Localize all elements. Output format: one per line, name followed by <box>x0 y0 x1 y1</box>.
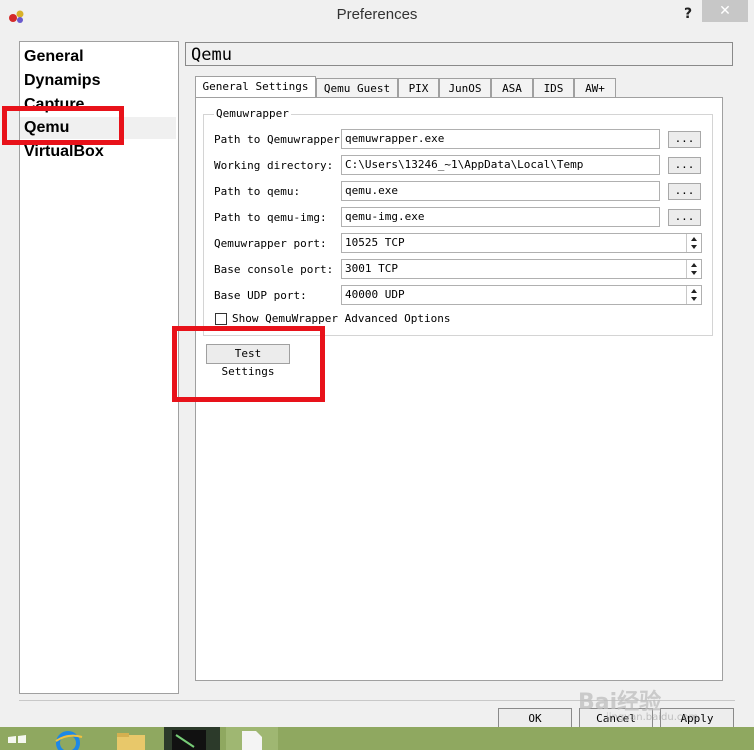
panel-title: Qemu <box>185 42 733 66</box>
internet-explorer-icon[interactable] <box>52 727 84 750</box>
qemuwrapper-port-input[interactable]: 10525 TCP <box>341 233 702 253</box>
tab-aw-plus[interactable]: AW+ <box>574 78 616 97</box>
qemu-path-input[interactable]: qemu.exe <box>341 181 660 201</box>
working-directory-browse-button[interactable]: ... <box>668 157 701 174</box>
terminal-app-icon[interactable] <box>164 727 220 750</box>
tab-qemu-guest[interactable]: Qemu Guest <box>316 78 398 97</box>
tab-general-settings[interactable]: General Settings <box>195 76 316 97</box>
test-settings-highlight-box <box>172 326 325 402</box>
help-button[interactable]: ? <box>678 4 698 24</box>
base-console-port-spinner[interactable] <box>686 260 701 278</box>
tab-junos[interactable]: JunOS <box>439 78 491 97</box>
qemu-browse-button[interactable]: ... <box>668 183 701 200</box>
base-console-port-input[interactable]: 3001 TCP <box>341 259 702 279</box>
qemuwrapper-path-input[interactable]: qemuwrapper.exe <box>341 129 660 149</box>
close-button[interactable]: ✕ <box>702 0 748 22</box>
qemuwrapper-port-label: Qemuwrapper port: <box>214 237 327 250</box>
working-directory-input[interactable]: C:\Users\13246_~1\AppData\Local\Temp <box>341 155 660 175</box>
qemu-img-path-label: Path to qemu-img: <box>214 211 327 224</box>
advanced-options-checkbox[interactable] <box>215 313 227 325</box>
base-console-port-label: Base console port: <box>214 263 334 276</box>
qemu-path-label: Path to qemu: <box>214 185 301 198</box>
window-title: Preferences <box>336 6 418 23</box>
file-explorer-icon[interactable] <box>113 727 149 750</box>
watermark-url: jingyan.baidu.com <box>606 712 699 723</box>
qemu-img-path-input[interactable]: qemu-img.exe <box>341 207 660 227</box>
tab-ids[interactable]: IDS <box>533 78 574 97</box>
base-udp-port-spinner[interactable] <box>686 286 701 304</box>
sidebar-item-general[interactable]: General <box>24 46 176 68</box>
qemuwrapper-browse-button[interactable]: ... <box>668 131 701 148</box>
title-bar: Preferences ? ✕ <box>0 0 754 32</box>
base-udp-port-label: Base UDP port: <box>214 289 307 302</box>
tab-asa[interactable]: ASA <box>491 78 533 97</box>
advanced-options-label: Show QemuWrapper Advanced Options <box>232 312 451 325</box>
qemuwrapper-path-label: Path to Qemuwrapper: <box>214 133 347 146</box>
tab-pix[interactable]: PIX <box>398 78 439 97</box>
windows-start-icon[interactable] <box>6 727 28 750</box>
document-app-icon[interactable] <box>226 727 278 750</box>
qemu-img-browse-button[interactable]: ... <box>668 209 701 226</box>
qemu-highlight-box <box>2 106 124 145</box>
sidebar-item-dynamips[interactable]: Dynamips <box>24 70 176 92</box>
working-directory-label: Working directory: <box>214 159 334 172</box>
group-title: Qemuwrapper <box>214 107 291 120</box>
qemuwrapper-port-spinner[interactable] <box>686 234 701 252</box>
base-udp-port-input[interactable]: 40000 UDP <box>341 285 702 305</box>
